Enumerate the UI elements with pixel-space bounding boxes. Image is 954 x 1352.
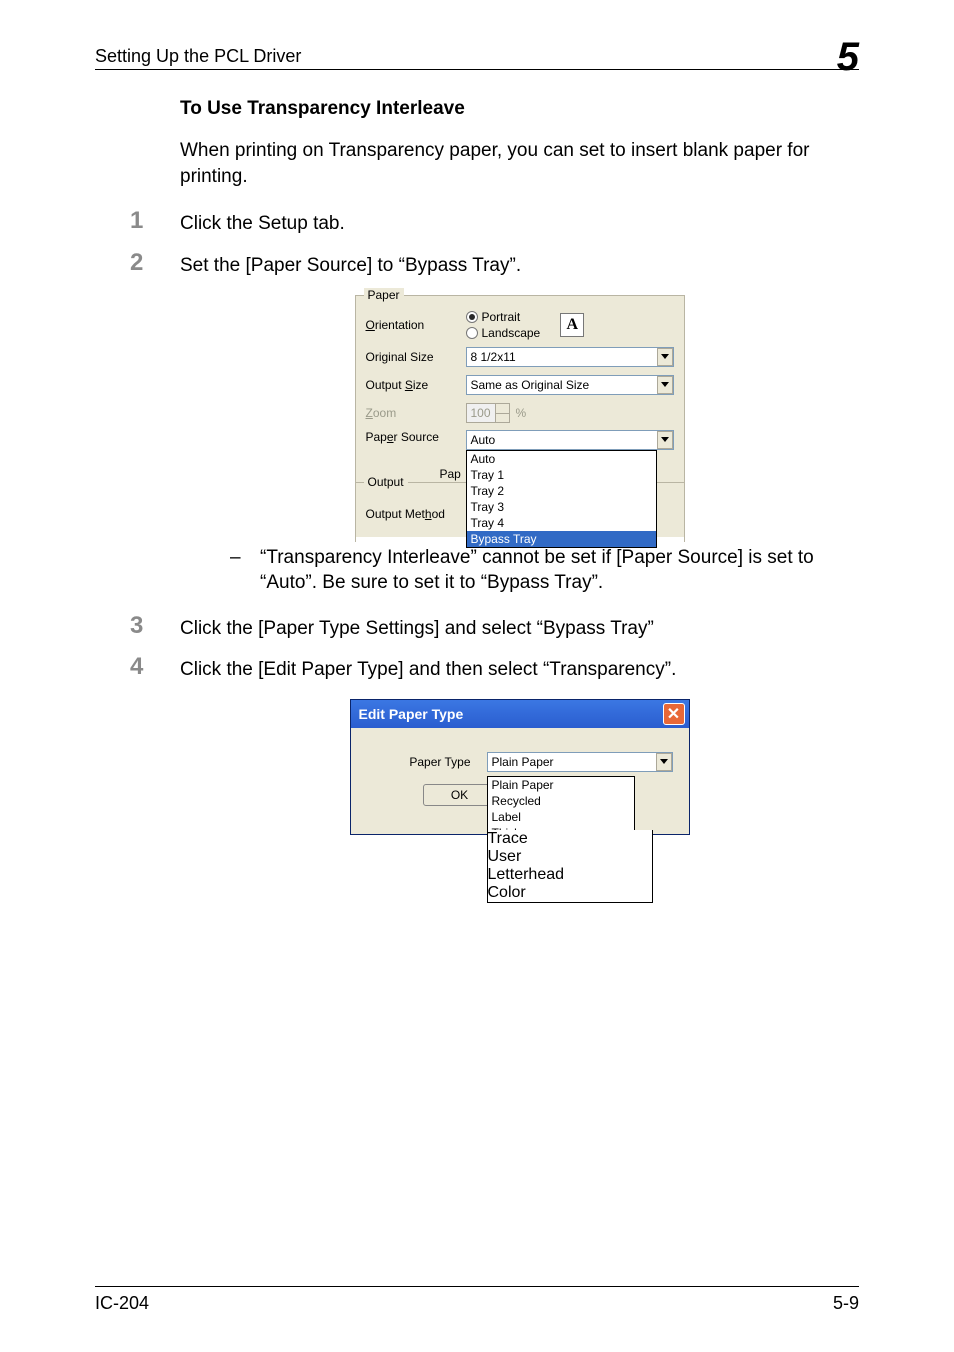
- paper-source-option[interactable]: Tray 1: [467, 467, 656, 483]
- footer-model: IC-204: [95, 1293, 149, 1314]
- paper-type-dropdown-lower[interactable]: Trace User Letterhead Color: [487, 830, 653, 903]
- edit-paper-type-dialog: Edit Paper Type ✕ Paper Type Plain Paper: [350, 699, 690, 835]
- step-number-4: 4: [130, 653, 180, 683]
- paper-type-option[interactable]: Letterhead: [488, 866, 652, 884]
- paper-settings-screenshot: Paper Orientation Portrait Landscape A: [355, 295, 685, 537]
- paper-source-option[interactable]: Tray 3: [467, 499, 656, 515]
- paper-source-option[interactable]: Tray 4: [467, 515, 656, 531]
- dialog-title: Edit Paper Type: [359, 706, 464, 722]
- paper-source-dropdown[interactable]: Auto Tray 1 Tray 2 Tray 3 Tray 4 Bypass …: [466, 450, 657, 548]
- ok-button[interactable]: OK: [423, 784, 497, 806]
- step-number-3: 3: [130, 612, 180, 642]
- paper-group-label: Paper: [364, 288, 404, 302]
- paper-type-option[interactable]: Color: [488, 884, 652, 902]
- chevron-down-icon: [657, 376, 673, 394]
- close-button[interactable]: ✕: [663, 703, 685, 725]
- paper-type-label: Paper Type: [367, 755, 487, 769]
- output-size-combo[interactable]: Same as Original Size: [466, 375, 674, 395]
- output-group-label: Output: [364, 475, 408, 489]
- paper-type-label-stub: Pap: [440, 467, 461, 481]
- paper-source-option[interactable]: Auto: [467, 451, 656, 467]
- chevron-down-icon: [657, 431, 673, 449]
- paper-source-option[interactable]: Tray 2: [467, 483, 656, 499]
- paper-source-label: Paper Source: [366, 430, 466, 444]
- step-text-1: Click the Setup tab.: [180, 211, 345, 237]
- radio-selected-icon: [466, 311, 478, 323]
- sub-heading: To Use Transparency Interleave: [180, 98, 859, 120]
- step-text-4: Click the [Edit Paper Type] and then sel…: [180, 657, 676, 683]
- orientation-label: Orientation: [366, 318, 466, 332]
- step-text-2: Set the [Paper Source] to “Bypass Tray”.: [180, 253, 521, 279]
- paper-type-option[interactable]: Plain Paper: [488, 777, 634, 793]
- close-icon: ✕: [667, 704, 680, 724]
- output-size-label: Output Size: [366, 378, 466, 392]
- footer-page-number: 5-9: [833, 1293, 859, 1314]
- note-text: “Transparency Interleave” cannot be set …: [260, 545, 859, 596]
- paper-type-option[interactable]: Trace: [488, 830, 652, 848]
- paper-type-option[interactable]: Recycled: [488, 793, 634, 809]
- step-number-2: 2: [130, 249, 180, 279]
- paper-type-combo[interactable]: Plain Paper: [487, 752, 673, 772]
- orientation-preview-icon: A: [560, 313, 584, 337]
- running-header: Setting Up the PCL Driver: [95, 46, 301, 67]
- paper-source-option-selected[interactable]: Bypass Tray: [467, 531, 656, 547]
- intro-paragraph: When printing on Transparency paper, you…: [180, 138, 859, 189]
- step-text-3: Click the [Paper Type Settings] and sele…: [180, 616, 654, 642]
- zoom-percent-label: %: [516, 406, 527, 420]
- original-size-combo[interactable]: 8 1/2x11: [466, 347, 674, 367]
- orientation-landscape-radio[interactable]: Landscape: [466, 326, 541, 340]
- dialog-titlebar: Edit Paper Type ✕: [351, 700, 689, 728]
- output-method-label: Output Method: [366, 507, 476, 521]
- zoom-label: Zoom: [366, 406, 466, 420]
- original-size-label: Original Size: [366, 350, 466, 364]
- chapter-number: 5: [837, 41, 859, 73]
- note-dash: –: [230, 545, 260, 596]
- chevron-down-icon: [656, 753, 672, 771]
- paper-source-combo[interactable]: Auto: [466, 430, 674, 450]
- step-number-1: 1: [130, 207, 180, 237]
- paper-type-option[interactable]: User: [488, 848, 652, 866]
- radio-unselected-icon: [466, 327, 478, 339]
- chevron-down-icon: [657, 348, 673, 366]
- zoom-spinner: 100: [466, 403, 510, 423]
- paper-type-option[interactable]: Label: [488, 809, 634, 825]
- orientation-portrait-radio[interactable]: Portrait: [466, 310, 541, 324]
